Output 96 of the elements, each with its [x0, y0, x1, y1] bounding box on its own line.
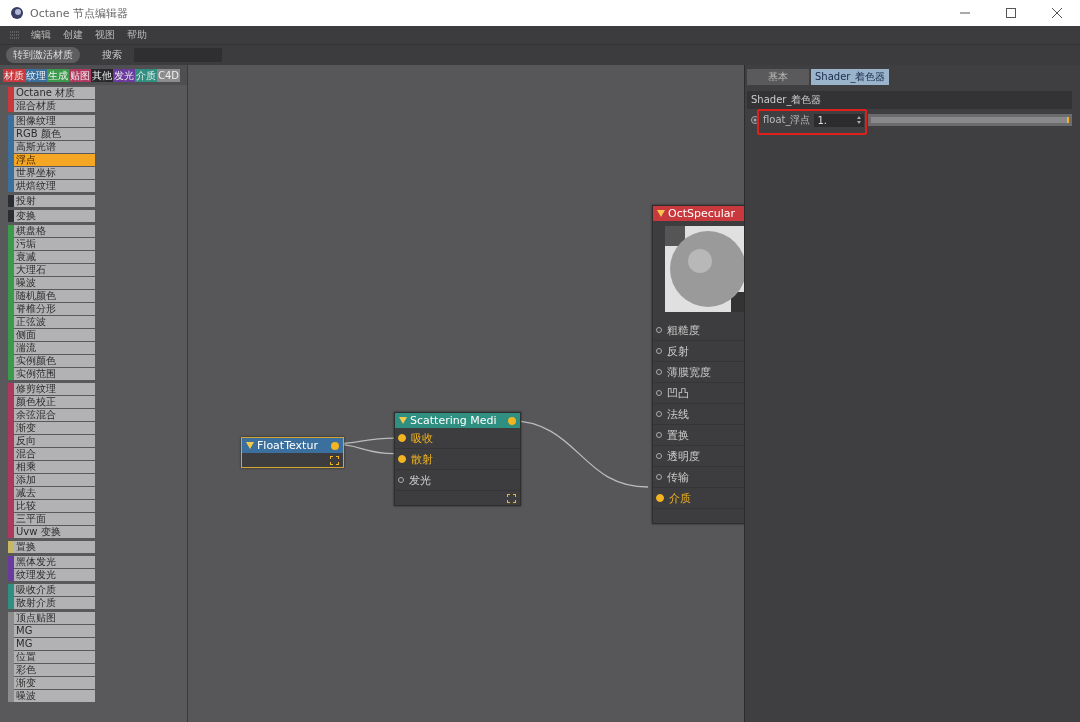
- app-logo-icon: [10, 6, 24, 20]
- node-list-item[interactable]: 实例范围: [14, 368, 95, 380]
- node-list-item[interactable]: 噪波: [14, 277, 95, 289]
- node-list-item[interactable]: 置换: [14, 541, 95, 553]
- node-title: Scattering Medi: [410, 414, 498, 427]
- node-list-item[interactable]: 彩色: [14, 664, 95, 676]
- menu-item[interactable]: 创建: [63, 28, 83, 42]
- input-port[interactable]: [398, 434, 406, 442]
- node-list-item[interactable]: 修剪纹理: [14, 383, 95, 395]
- node-list-item[interactable]: 侧面: [14, 329, 95, 341]
- node-list-item[interactable]: 正弦波: [14, 316, 95, 328]
- node-list-item[interactable]: 实例颜色: [14, 355, 95, 367]
- node-list-item[interactable]: 投射: [14, 195, 95, 207]
- input-port[interactable]: [398, 455, 406, 463]
- category-tab[interactable]: 发光: [113, 69, 135, 82]
- node-list-item[interactable]: 衰减: [14, 251, 95, 263]
- node-list-item[interactable]: 高斯光谱: [14, 141, 95, 153]
- window-title: Octane 节点编辑器: [30, 5, 129, 21]
- node-list-item[interactable]: RGB 颜色: [14, 128, 95, 140]
- node-list-item[interactable]: 图像纹理: [14, 115, 95, 127]
- graph-node[interactable]: OctSpecular 粗糙度 反射 薄膜宽度 凹凸 法线 置换 透明度 传输 介质: [652, 205, 744, 524]
- category-tab[interactable]: 纹理: [25, 69, 47, 82]
- node-list-item[interactable]: 大理石: [14, 264, 95, 276]
- input-label: 反射: [667, 343, 689, 359]
- node-list-item[interactable]: 吸收介质: [14, 584, 95, 596]
- node-list-item[interactable]: 随机颜色: [14, 290, 95, 302]
- search-label: 搜索: [102, 48, 122, 62]
- output-port[interactable]: [331, 441, 339, 450]
- input-label: 法线: [667, 406, 689, 422]
- node-list-item[interactable]: 散射介质: [14, 597, 95, 609]
- attribute-tab[interactable]: 基本: [747, 69, 809, 85]
- output-port[interactable]: [508, 416, 516, 425]
- node-list-item[interactable]: 湍流: [14, 342, 95, 354]
- node-list-item[interactable]: 烘焙纹理: [14, 180, 95, 192]
- node-list-item[interactable]: 渐变: [14, 677, 95, 689]
- node-list-item[interactable]: Octane 材质: [14, 87, 95, 99]
- input-label: 置换: [667, 427, 689, 443]
- goto-material-button[interactable]: 转到激活材质: [6, 47, 80, 63]
- input-label: 凹凸: [667, 385, 689, 401]
- node-list-item[interactable]: 污垢: [14, 238, 95, 250]
- input-label: 散射: [411, 451, 433, 467]
- resize-icon[interactable]: [330, 456, 339, 465]
- node-list-item[interactable]: 颜色校正: [14, 396, 95, 408]
- parameter-label: float_浮点: [763, 113, 811, 127]
- node-list-item[interactable]: MG: [14, 638, 95, 650]
- spinner-icon[interactable]: [857, 116, 862, 124]
- collapse-triangle-icon[interactable]: [399, 417, 407, 424]
- node-list-item[interactable]: 噪波: [14, 690, 95, 702]
- menu-item[interactable]: 视图: [95, 28, 115, 42]
- input-label: 吸收: [411, 430, 433, 446]
- node-list-item[interactable]: MG: [14, 625, 95, 637]
- section-header: Shader_着色器: [747, 91, 1072, 109]
- radio-icon[interactable]: [751, 116, 759, 124]
- value-field[interactable]: 1.: [814, 113, 865, 127]
- node-list-item[interactable]: 位置: [14, 651, 95, 663]
- resize-icon[interactable]: [507, 494, 516, 503]
- grip-icon: [10, 31, 19, 39]
- node-list-item[interactable]: 浮点: [14, 154, 95, 166]
- node-list-item[interactable]: Uvw 变换: [14, 526, 95, 538]
- input-label: 传输: [667, 469, 689, 485]
- graph-node[interactable]: FloatTextur: [241, 437, 344, 468]
- input-label: 粗糙度: [667, 322, 700, 338]
- input-label: 薄膜宽度: [667, 364, 711, 380]
- node-title: OctSpecular: [668, 207, 737, 220]
- node-list-item[interactable]: 变换: [14, 210, 95, 222]
- input-label: 发光: [409, 472, 431, 488]
- node-list-item[interactable]: 混合材质: [14, 100, 95, 112]
- node-list-item[interactable]: 添加: [14, 474, 95, 486]
- category-tab[interactable]: 介质: [135, 69, 157, 82]
- node-list-item[interactable]: 脊椎分形: [14, 303, 95, 315]
- node-list-item[interactable]: 反向: [14, 435, 95, 447]
- node-title: FloatTextur: [257, 439, 319, 452]
- input-label: 透明度: [667, 448, 700, 464]
- node-list-item[interactable]: 棋盘格: [14, 225, 95, 237]
- node-list-item[interactable]: 三平面: [14, 513, 95, 525]
- category-tab[interactable]: 贴图: [69, 69, 91, 82]
- node-list-item[interactable]: 相乘: [14, 461, 95, 473]
- node-list-item[interactable]: 比较: [14, 500, 95, 512]
- node-list-item[interactable]: 顶点贴图: [14, 612, 95, 624]
- category-tab[interactable]: 材质: [3, 69, 25, 82]
- node-list-item[interactable]: 减去: [14, 487, 95, 499]
- input-port[interactable]: [656, 494, 664, 502]
- category-tab[interactable]: 其他: [91, 69, 113, 82]
- menu-item[interactable]: 帮助: [127, 28, 147, 42]
- node-list-item[interactable]: 纹理发光: [14, 569, 95, 581]
- collapse-triangle-icon[interactable]: [657, 210, 665, 217]
- node-list-item[interactable]: 渐变: [14, 422, 95, 434]
- graph-node[interactable]: Scattering Medi 吸收 散射 发光: [394, 412, 521, 506]
- node-list-item[interactable]: 余弦混合: [14, 409, 95, 421]
- collapse-triangle-icon[interactable]: [246, 442, 254, 449]
- node-list-item[interactable]: 世界坐标: [14, 167, 95, 179]
- input-label: 介质: [669, 490, 691, 506]
- node-list-item[interactable]: 混合: [14, 448, 95, 460]
- attribute-tab[interactable]: Shader_着色器: [811, 69, 890, 85]
- node-list-item[interactable]: 黑体发光: [14, 556, 95, 568]
- menu-item[interactable]: 编辑: [31, 28, 51, 42]
